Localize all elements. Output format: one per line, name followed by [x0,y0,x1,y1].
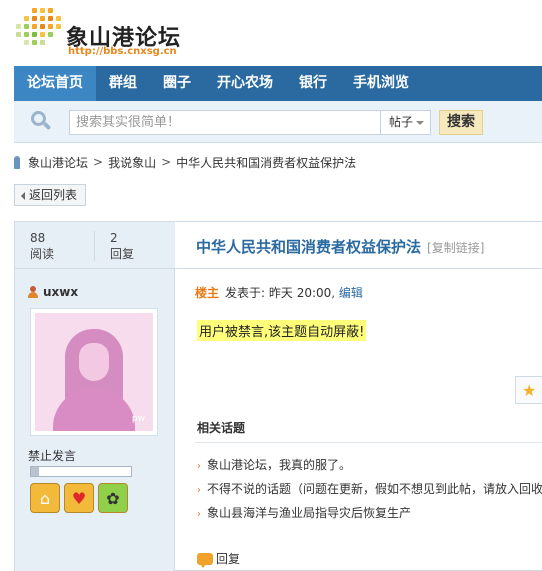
avatar-watermark: pw [131,414,145,424]
logo-url: http://bbs.cnxsg.cn [68,46,177,57]
breadcrumb-separator: > [161,155,172,169]
views-stat: 88 阅读 [30,230,54,262]
level-progress-bar [30,466,132,477]
avatar[interactable]: pw [30,308,158,436]
post-time: 发表于: 昨天 20:00 [225,286,332,300]
views-label: 阅读 [30,247,55,261]
breadcrumb-forum-home[interactable]: 象山港论坛 [28,154,88,171]
nav-item-home[interactable]: 论坛首页 [14,66,96,101]
nav-item-mobile[interactable]: 手机浏览 [340,66,422,101]
back-to-list-button[interactable]: 返回列表 [14,184,86,206]
search-icon [31,111,52,131]
related-topic-text: 不得不说的话题（问题在更新，假如不想见到此帖，请放入回收 [207,482,542,496]
reply-label: 回复 [216,552,241,566]
replies-stat: 2 回复 [110,230,134,262]
copy-link-button[interactable]: [复制链接] [427,241,484,255]
author-username: uxwx [43,285,79,299]
logo-mark [14,4,72,54]
chevron-right-icon: › [197,461,201,472]
nav-item-farm[interactable]: 开心农场 [204,66,286,101]
search-button[interactable]: 搜索 [439,110,483,135]
replies-count: 2 [110,231,118,245]
related-topic-text: 象山县海洋与渔业局指导灾后恢复生产 [207,506,412,520]
edit-link[interactable]: 编辑 [339,284,363,301]
chevron-down-icon [416,120,425,125]
star-icon[interactable]: ★ [515,376,542,404]
breadcrumb: 象山港论坛 > 我说象山 > 中华人民共和国消费者权益保护法 [14,153,356,171]
related-topic-link[interactable]: › 不得不说的话题（问题在更新，假如不想见到此帖，请放入回收 [197,478,542,502]
nav-item-bank[interactable]: 银行 [286,66,340,101]
author-sidebar: uxwx pw 禁止发言 ⌂ ♥ ✿ [15,269,175,571]
related-topic-text: 象山港论坛，我真的服了。 [207,458,352,472]
post-container: 88 阅读 2 回复 中华人民共和国消费者权益保护法 [复制链接] uxwx pw… [14,221,542,571]
related-topic-link[interactable]: › 象山港论坛，我真的服了。 [197,454,542,478]
breadcrumb-board[interactable]: 我说象山 [108,154,156,171]
nav-item-groups[interactable]: 群组 [96,66,150,101]
chevron-right-icon: › [197,485,201,496]
pin-icon [14,155,20,169]
views-count: 88 [30,231,46,245]
stats-divider [94,231,95,261]
nav-item-circles[interactable]: 圈子 [150,66,204,101]
speech-bubble-icon [197,552,213,568]
arrow-left-icon [21,191,25,200]
reply-button[interactable]: 回复 [197,550,241,568]
main-nav: 论坛首页 群组 圈子 开心农场 银行 手机浏览 [14,66,542,101]
related-topics-list: › 象山港论坛，我真的服了。 › 不得不说的话题（问题在更新，假如不想见到此帖，请放… [197,454,542,526]
breadcrumb-separator: > [93,155,104,169]
medal-badges: ⌂ ♥ ✿ [30,483,128,513]
breadcrumb-thread[interactable]: 中华人民共和国消费者权益保护法 [176,154,356,171]
search-bar: 搜索其实很简单！ 帖子 搜索 [14,101,542,143]
user-icon [28,286,38,298]
thread-stats: 88 阅读 2 回复 [15,222,175,269]
bee-icon[interactable]: ✿ [98,483,128,513]
thread-title: 中华人民共和国消费者权益保护法 [复制链接] [196,236,484,257]
back-to-list-label: 返回列表 [29,188,78,202]
author-name[interactable]: uxwx [28,285,78,299]
search-input[interactable]: 搜索其实很简单！ [69,110,381,135]
replies-label: 回复 [110,247,135,261]
related-topic-link[interactable]: › 象山县海洋与渔业局指导灾后恢复生产 [197,502,542,526]
post-meta: 楼主 发表于: 昨天 20:00 , 编辑 [195,284,363,301]
chevron-right-icon: › [197,509,201,520]
home-icon[interactable]: ⌂ [30,483,60,513]
avatar-image: pw [35,313,153,431]
thread-title-text: 中华人民共和国消费者权益保护法 [196,238,422,256]
related-topics-title: 相关话题 [197,421,246,435]
search-type-select[interactable]: 帖子 [381,110,431,135]
user-status: 禁止发言 [28,449,77,463]
floor-label: 楼主 [195,286,220,300]
search-type-label: 帖子 [389,115,414,129]
thread-header: 中华人民共和国消费者权益保护法 [复制链接] [175,222,542,269]
site-logo[interactable]: 象山港论坛 http://bbs.cnxsg.cn [14,4,214,60]
banned-notice: 用户被禁言,该主题自动屏蔽! [197,320,367,341]
heart-icon[interactable]: ♥ [64,483,94,513]
divider [195,442,542,443]
